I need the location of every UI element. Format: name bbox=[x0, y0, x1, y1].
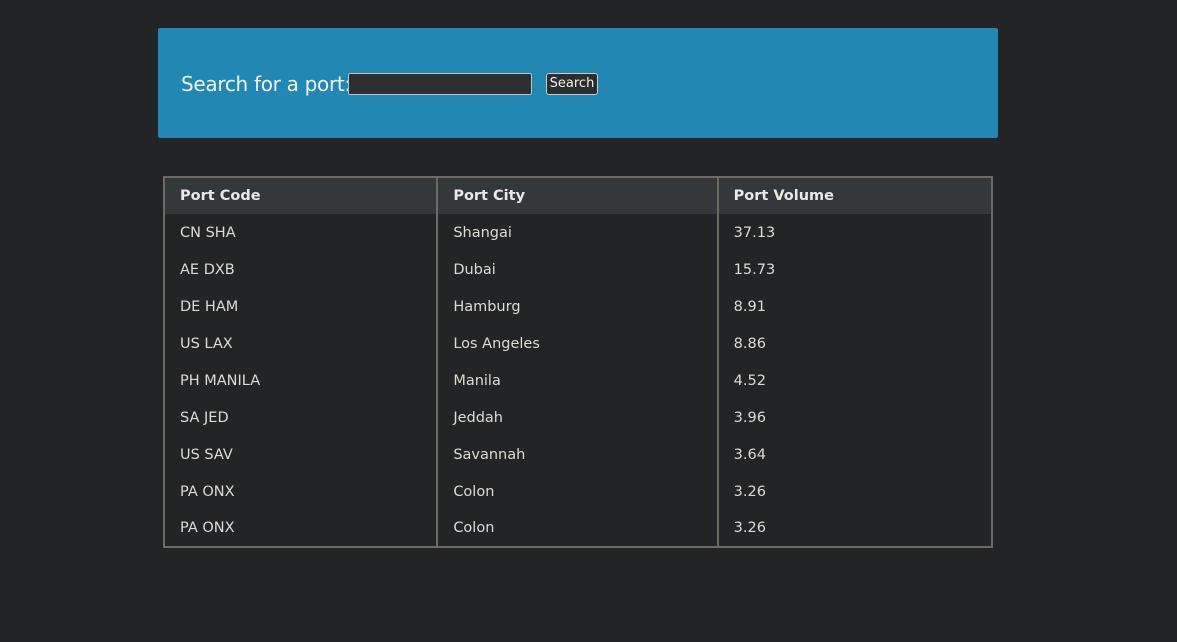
cell-port-city: Shangai bbox=[436, 214, 719, 251]
cell-port-code: DE HAM bbox=[162, 288, 439, 325]
table-row: PH MANILA Manila 4.52 bbox=[162, 362, 994, 399]
table-row: PA ONX Colon 3.26 bbox=[162, 473, 994, 510]
port-table: Port Code Port City Port Volume CN SHA S… bbox=[162, 176, 994, 548]
search-input[interactable] bbox=[348, 73, 532, 95]
table-row: SA JED Jeddah 3.96 bbox=[162, 399, 994, 436]
cell-port-volume: 8.91 bbox=[716, 288, 994, 325]
cell-port-city: Dubai bbox=[436, 251, 719, 288]
search-label: Search for a port: bbox=[181, 72, 351, 96]
cell-port-volume: 15.73 bbox=[716, 251, 994, 288]
header-port-volume: Port Volume bbox=[716, 177, 994, 214]
search-panel: Search for a port: Search bbox=[158, 28, 998, 138]
cell-port-code: PA ONX bbox=[162, 473, 439, 510]
cell-port-city: Colon bbox=[436, 510, 719, 547]
table-row: US SAV Savannah 3.64 bbox=[162, 436, 994, 473]
cell-port-volume: 4.52 bbox=[716, 362, 994, 399]
cell-port-volume: 37.13 bbox=[716, 214, 994, 251]
search-button[interactable]: Search bbox=[546, 73, 598, 95]
cell-port-volume: 3.96 bbox=[716, 399, 994, 436]
cell-port-volume: 3.26 bbox=[716, 473, 994, 510]
cell-port-city: Jeddah bbox=[436, 399, 719, 436]
table-row: CN SHA Shangai 37.13 bbox=[162, 214, 994, 251]
cell-port-volume: 3.64 bbox=[716, 436, 994, 473]
header-port-code: Port Code bbox=[162, 177, 439, 214]
cell-port-city: Los Angeles bbox=[436, 325, 719, 362]
cell-port-code: SA JED bbox=[162, 399, 439, 436]
cell-port-code: US SAV bbox=[162, 436, 439, 473]
cell-port-volume: 3.26 bbox=[716, 510, 994, 547]
cell-port-city: Hamburg bbox=[436, 288, 719, 325]
cell-port-code: CN SHA bbox=[162, 214, 439, 251]
table-row: US LAX Los Angeles 8.86 bbox=[162, 325, 994, 362]
cell-port-city: Manila bbox=[436, 362, 719, 399]
cell-port-code: AE DXB bbox=[162, 251, 439, 288]
cell-port-volume: 8.86 bbox=[716, 325, 994, 362]
cell-port-code: PA ONX bbox=[162, 510, 439, 547]
cell-port-city: Colon bbox=[436, 473, 719, 510]
table-row: DE HAM Hamburg 8.91 bbox=[162, 288, 994, 325]
cell-port-city: Savannah bbox=[436, 436, 719, 473]
cell-port-code: PH MANILA bbox=[162, 362, 439, 399]
cell-port-code: US LAX bbox=[162, 325, 439, 362]
table-row: PA ONX Colon 3.26 bbox=[162, 510, 994, 547]
table-row: AE DXB Dubai 15.73 bbox=[162, 251, 994, 288]
table-header-row: Port Code Port City Port Volume bbox=[162, 177, 994, 214]
header-port-city: Port City bbox=[436, 177, 719, 214]
